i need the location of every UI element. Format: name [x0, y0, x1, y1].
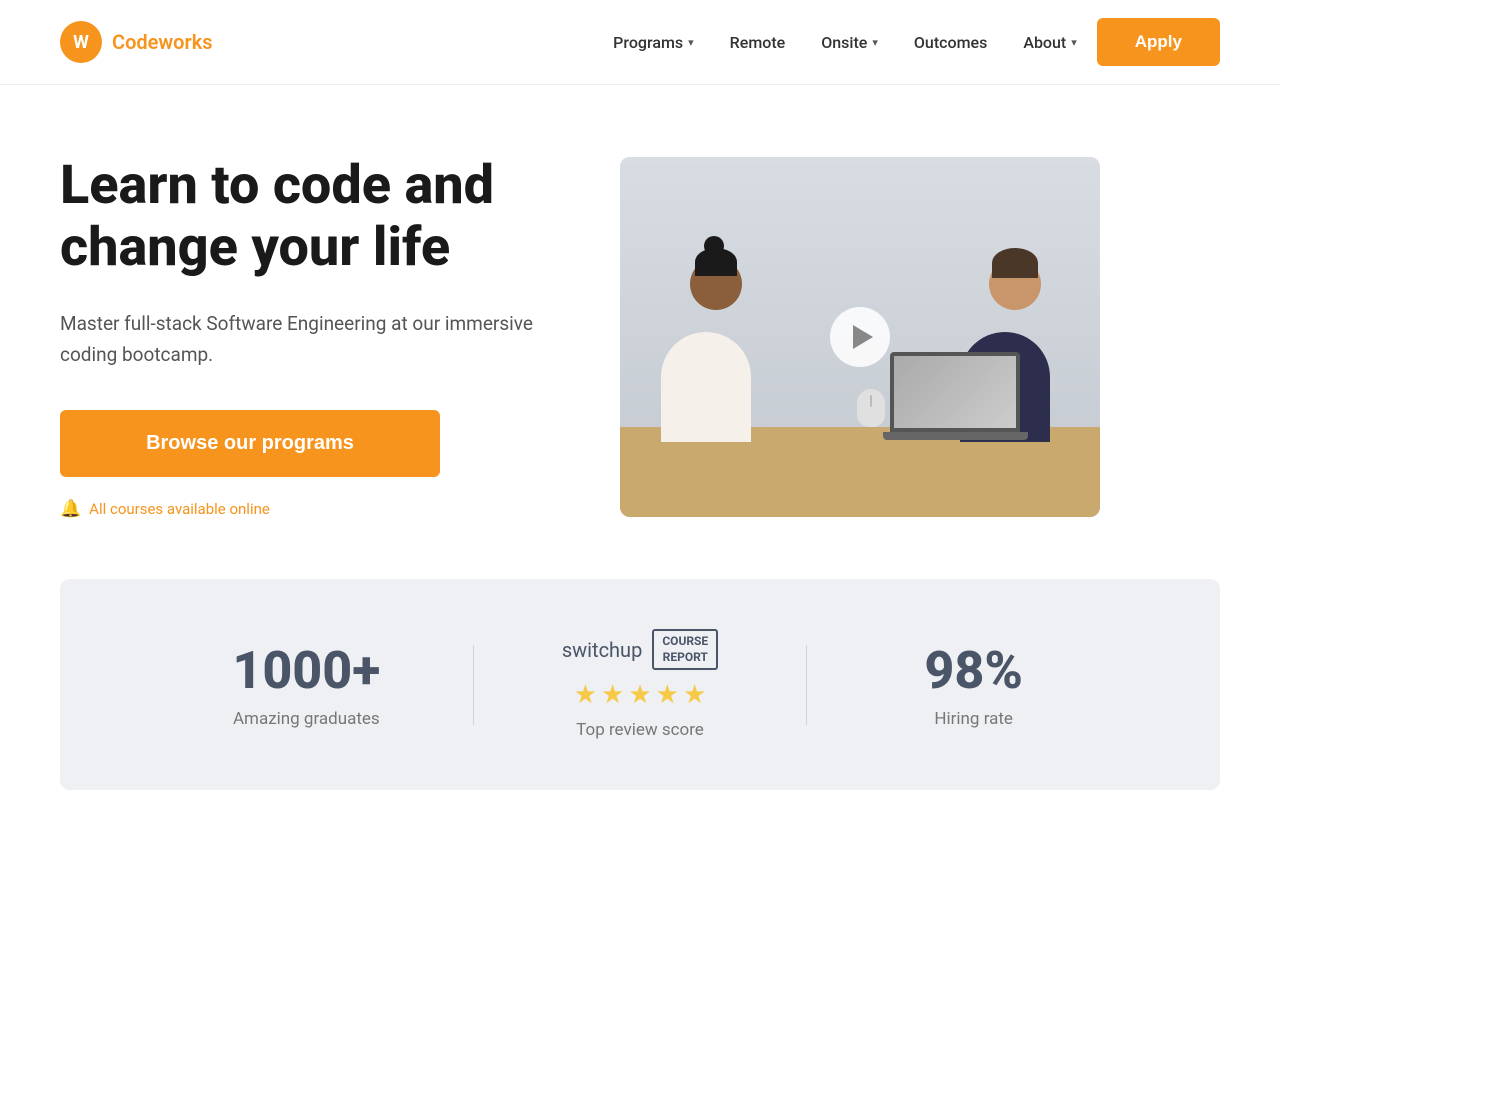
- person-left: [680, 248, 751, 442]
- hiring-label: Hiring rate: [807, 709, 1140, 729]
- switchup-label: switchup: [562, 638, 643, 662]
- course-report-line1: COURSE: [662, 634, 708, 650]
- nav-label-onsite: Onsite: [821, 33, 867, 52]
- nav-item-programs[interactable]: Programs ▾: [613, 33, 694, 52]
- logo-name: Codeworks: [112, 30, 213, 54]
- play-icon: [853, 325, 873, 349]
- review-logos: switchup COURSE REPORT: [474, 629, 807, 670]
- star-1: ★: [574, 680, 597, 710]
- graduates-label: Amazing graduates: [140, 709, 473, 729]
- nav-link-onsite[interactable]: Onsite ▾: [821, 33, 878, 52]
- hero-subtext: Master full-stack Software Engineering a…: [60, 309, 580, 370]
- nav-link-outcomes[interactable]: Outcomes: [914, 33, 987, 52]
- star-3: ★: [628, 680, 651, 710]
- apply-button[interactable]: Apply: [1097, 18, 1220, 66]
- nav-links: Programs ▾ Remote Onsite ▾ Outcomes Abou…: [613, 33, 1077, 52]
- nav-link-programs[interactable]: Programs ▾: [613, 33, 694, 52]
- online-notice-text: All courses available online: [89, 500, 270, 518]
- star-4: ★: [656, 680, 679, 710]
- nav-item-remote[interactable]: Remote: [730, 33, 786, 52]
- hiring-number: 98%: [807, 640, 1140, 701]
- nav-item-about[interactable]: About ▾: [1023, 33, 1076, 52]
- nav-link-about[interactable]: About ▾: [1023, 33, 1076, 52]
- logo-letter: W: [73, 32, 89, 53]
- chevron-down-icon: ▾: [1071, 36, 1077, 49]
- mouse-image: [857, 389, 885, 427]
- stat-graduates: 1000+ Amazing graduates: [140, 640, 473, 729]
- navbar: W Codeworks Programs ▾ Remote Onsite ▾ O…: [0, 0, 1280, 85]
- stat-reviews: switchup COURSE REPORT ★ ★ ★ ★ ★ Top rev…: [474, 629, 807, 740]
- reviews-label: Top review score: [474, 720, 807, 740]
- play-button[interactable]: [830, 307, 890, 367]
- hero-heading: Learn to code and change your life: [60, 155, 580, 279]
- course-report-badge: COURSE REPORT: [652, 629, 718, 670]
- browse-programs-button[interactable]: Browse our programs: [60, 410, 440, 477]
- chevron-down-icon: ▾: [872, 36, 878, 49]
- logo-icon: W: [60, 21, 102, 63]
- chevron-down-icon: ▾: [688, 36, 694, 49]
- star-2: ★: [601, 680, 624, 710]
- star-rating: ★ ★ ★ ★ ★: [474, 680, 807, 710]
- hero-section: Learn to code and change your life Maste…: [0, 85, 1280, 579]
- nav-label-outcomes: Outcomes: [914, 33, 987, 52]
- hero-video[interactable]: [620, 157, 1100, 517]
- laptop-image: [890, 352, 1020, 432]
- stat-hiring: 98% Hiring rate: [807, 640, 1140, 729]
- star-5: ★: [683, 680, 706, 710]
- course-report-line2: REPORT: [662, 650, 708, 666]
- hero-heading-line2: change your life: [60, 216, 450, 279]
- nav-label-about: About: [1023, 33, 1066, 52]
- nav-link-remote[interactable]: Remote: [730, 33, 786, 52]
- hero-heading-line1: Learn to code and: [60, 154, 494, 217]
- logo-area: W Codeworks: [60, 21, 213, 63]
- laptop-base: [883, 432, 1028, 440]
- nav-label-remote: Remote: [730, 33, 786, 52]
- nav-item-outcomes[interactable]: Outcomes: [914, 33, 987, 52]
- graduates-number: 1000+: [140, 640, 473, 701]
- laptop-screen: [890, 352, 1020, 432]
- hero-text: Learn to code and change your life Maste…: [60, 155, 580, 519]
- nav-item-onsite[interactable]: Onsite ▾: [821, 33, 878, 52]
- nav-label-programs: Programs: [613, 33, 683, 52]
- online-notice: 🔔 All courses available online: [60, 499, 580, 519]
- stats-section: 1000+ Amazing graduates switchup COURSE …: [60, 579, 1220, 790]
- bell-icon: 🔔: [60, 499, 81, 519]
